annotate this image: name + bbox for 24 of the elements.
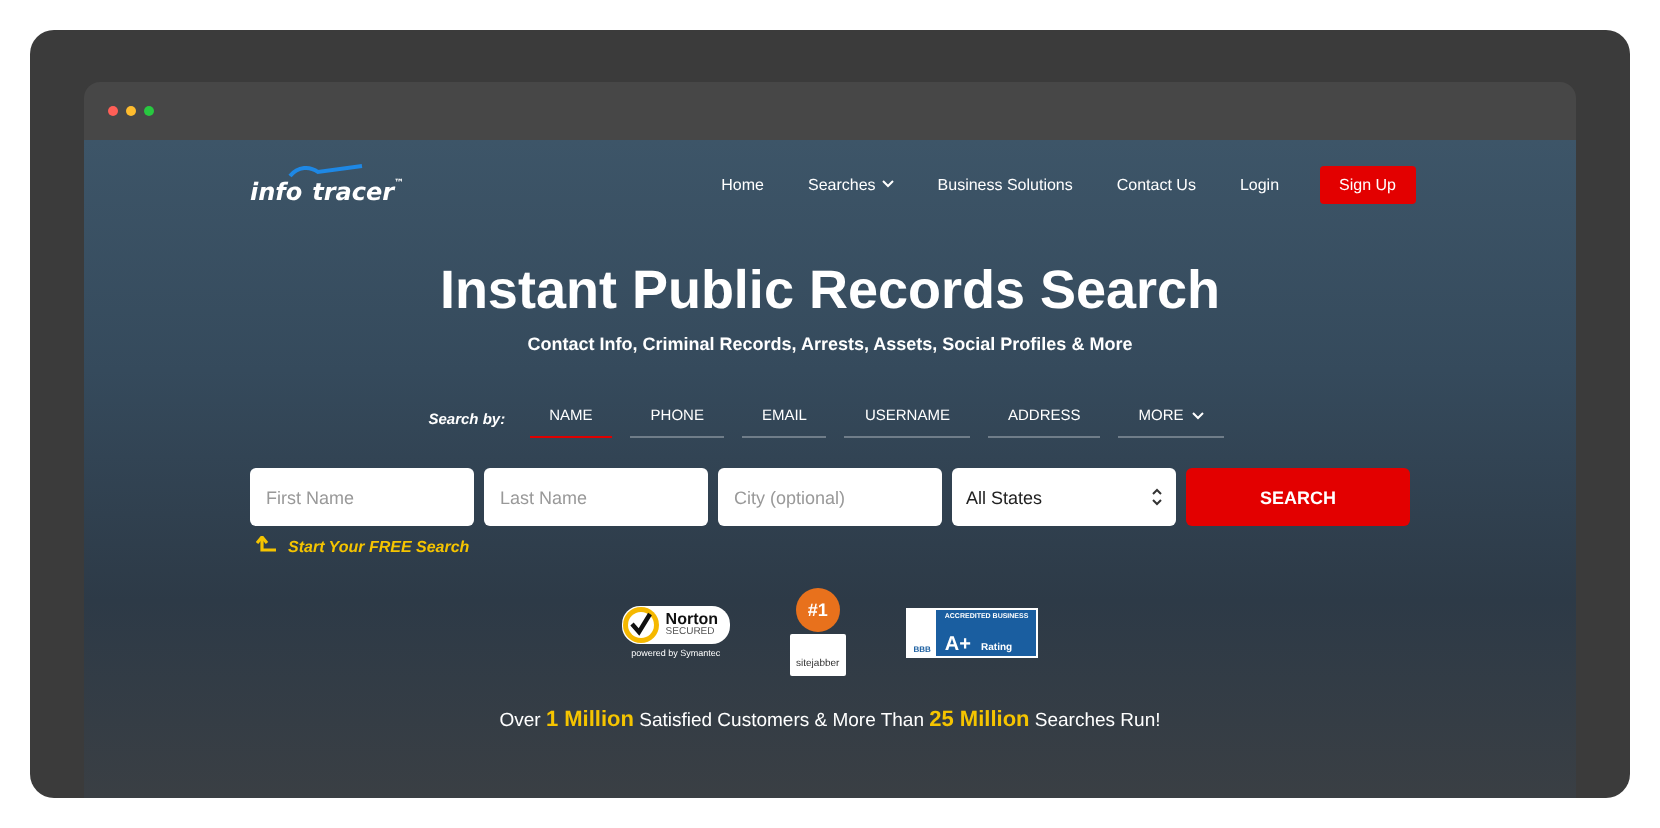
- nav-link[interactable]: Searches: [807, 175, 894, 193]
- nav-link[interactable]: Contact Us: [1116, 175, 1196, 193]
- text-input-field[interactable]: Last Name: [484, 468, 708, 526]
- swoosh-icon: [286, 163, 366, 177]
- checkmark-icon: [621, 606, 660, 644]
- chevron-down-icon: [881, 180, 894, 188]
- state-select[interactable]: All States: [952, 468, 1176, 526]
- chevron-down-icon: [1191, 411, 1204, 419]
- maximize-dot-icon: [144, 106, 154, 116]
- customer-stats-text: Over 1 Million Satisfied Customers & More Than 25 Million Searches Run!: [499, 708, 1161, 732]
- nav-link[interactable]: Home: [721, 175, 764, 193]
- curved-arrow-icon: [256, 536, 278, 556]
- up-down-arrows-icon: [1152, 488, 1162, 506]
- search-button[interactable]: SEARCH: [1186, 468, 1410, 526]
- close-dot-icon: [108, 106, 118, 116]
- minimize-dot-icon: [126, 106, 136, 116]
- free-search-hint: Start Your FREE Search: [288, 537, 470, 555]
- nav-link[interactable]: Business Solutions: [937, 175, 1073, 193]
- hero-title: Instant Public Records Search: [439, 260, 1221, 322]
- hero-subtitle: Contact Info, Criminal Records, Arrests, Assets, Social Profiles & More: [527, 334, 1133, 354]
- text-input-field[interactable]: City (optional): [718, 468, 942, 526]
- nav-link[interactable]: Login: [1239, 175, 1280, 193]
- sign-up-button[interactable]: Sign Up: [1319, 165, 1416, 203]
- text-input-field[interactable]: First Name: [250, 468, 474, 526]
